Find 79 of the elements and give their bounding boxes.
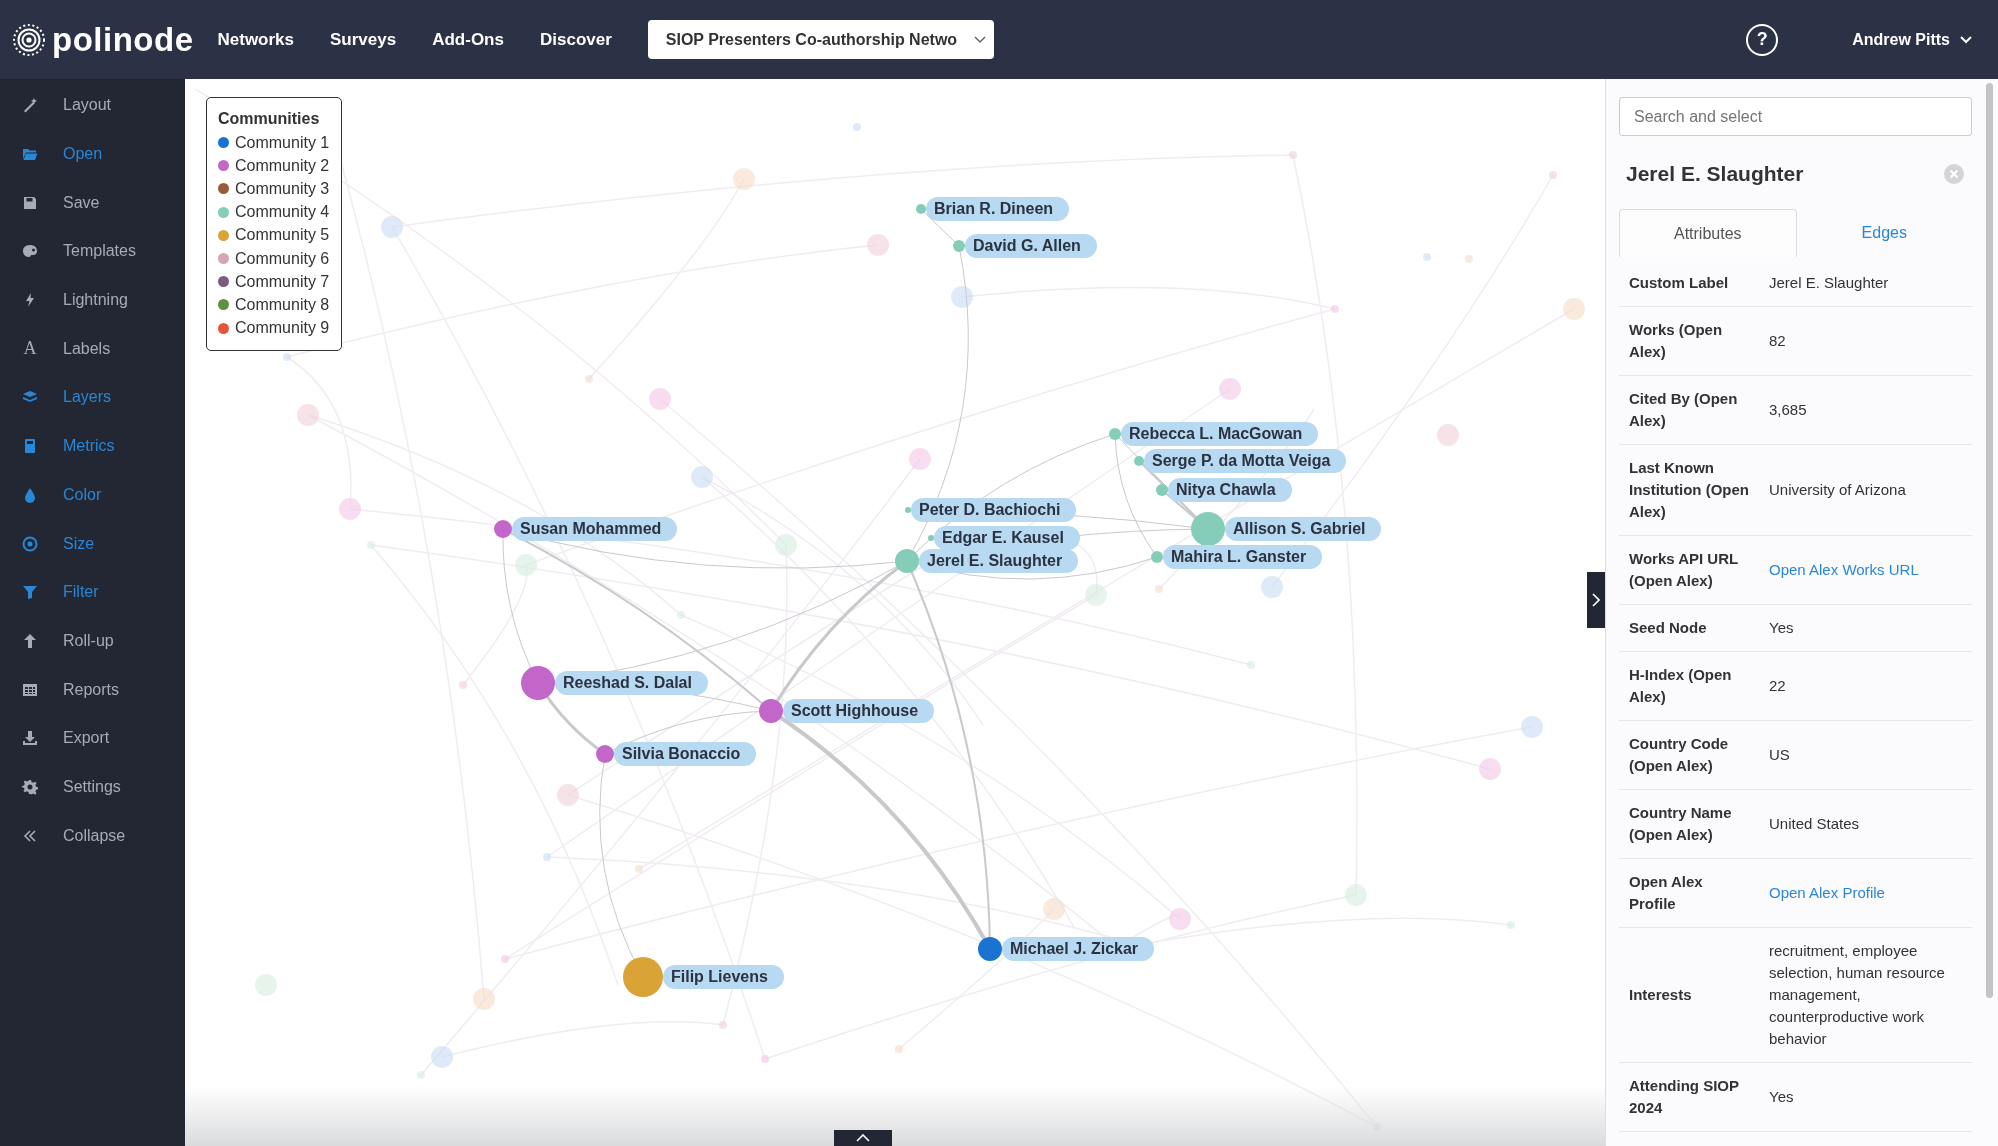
sidebar-item[interactable]: Roll-up [0,616,185,666]
sidebar-item[interactable]: Save [0,178,185,228]
sidebar-item[interactable]: Collapse [0,811,185,860]
node-label[interactable]: David G. Allen [965,234,1097,258]
legend-label: Community 7 [235,272,330,291]
legend-label: Community 1 [235,133,330,152]
search-field[interactable]: Search and select [1619,97,1972,136]
nav-link[interactable]: Add-Ons [432,29,504,50]
attribute-value: Jerel E. Slaughter [1761,260,1972,307]
attribute-value: US [1761,720,1972,790]
node-label[interactable]: Mahira L. Ganster [1163,545,1323,569]
attribute-value: 3,685 [1761,375,1972,445]
sidebar-item[interactable]: Open [0,129,185,179]
attribute-name: Open Alex Profile [1619,858,1761,928]
sidebar-item[interactable]: Export [0,713,185,763]
legend-label: Community 3 [235,179,330,198]
attribute-name: Cited By (Open Alex) [1619,375,1761,445]
attribute-value: 22 [1761,651,1972,721]
node-label[interactable]: Peter D. Bachiochi [911,498,1077,522]
attribute-link[interactable]: Open Alex Works URL [1769,561,1919,578]
sidebar-item[interactable]: Reports [0,665,185,714]
nav-link[interactable]: Surveys [330,29,397,50]
node-label[interactable]: Michael J. Zickar [1002,937,1155,961]
sidebar-item[interactable]: Layout [0,81,185,130]
legend-label: Community 8 [235,295,330,314]
help-button[interactable]: ? [1746,23,1779,56]
nav-link[interactable]: Discover [539,29,612,50]
legend-label: Community 9 [235,319,330,338]
attribute-name: Works API URL (Open Alex) [1619,535,1761,605]
attribute-link[interactable]: Open Alex Profile [1769,884,1885,901]
attribute-name: Custom Label [1619,260,1761,307]
legend-title: Communities [218,110,321,128]
node-label[interactable]: Allison S. Gabriel [1225,517,1382,541]
attribute-name: Attending SIOP 2024 [1619,1062,1761,1132]
attribute-value: University of Arizona [1761,444,1972,536]
attribute-name: Seed Node [1619,604,1761,652]
network-select[interactable]: SIOP Presenters Co-authorship Netwo [647,20,994,59]
sidebar-item[interactable]: Lightning [0,275,185,325]
sidebar-item[interactable]: Color [0,470,185,520]
attribute-value: Yes [1761,1062,1972,1132]
sidebar-item[interactable]: Size [0,519,185,568]
legend-label: Community 2 [235,156,330,175]
legend-label: Community 6 [235,249,330,268]
sidebar-item[interactable]: Metrics [0,421,185,471]
app-logo[interactable]: polinode [52,20,194,59]
node-label[interactable]: Silvia Bonaccio [614,742,757,766]
sidebar-item[interactable]: Settings [0,762,185,812]
attribute-name: Country Code (Open Alex) [1619,720,1761,790]
sidebar-item[interactable]: Templates [0,227,185,276]
node-label[interactable]: Rebecca L. MacGowan [1121,422,1319,446]
user-menu[interactable]: Andrew Pitts [1846,29,1978,50]
sidebar-item[interactable]: A Labels [0,324,185,374]
attribute-name: H-Index (Open Alex) [1619,651,1761,721]
node-label[interactable]: Reeshad S. Dalal [555,671,708,695]
attribute-value: United States [1761,789,1972,859]
attribute-name: Works (Open Alex) [1619,306,1761,376]
node-title: Jerel E. Slaughter [1626,162,1804,186]
sidebar-item[interactable]: Filter [0,567,185,617]
node-label[interactable]: Brian R. Dineen [926,197,1070,221]
node-label[interactable]: Nitya Chawla [1168,478,1292,502]
legend-label: Community 4 [235,203,330,222]
legend-label: Community 5 [235,226,330,245]
tab[interactable]: Edges [1796,209,1972,257]
nav-link[interactable]: Networks [217,29,294,50]
attribute-name: Country Name (Open Alex) [1619,789,1761,859]
attribute-name: Last Known Institution (Open Alex) [1619,444,1761,536]
attribute-value: recruitment, employee selection, human resource management, counterproductive work behavior [1761,927,1972,1063]
attribute-value: Yes [1761,604,1972,652]
node-label[interactable]: Filip Lievens [663,965,784,989]
node-label[interactable]: Susan Mohammed [512,517,678,541]
node-label[interactable]: Scott Highhouse [783,699,935,723]
node-label[interactable]: Edgar E. Kausel [934,526,1080,550]
node-label[interactable]: Jerel E. Slaughter [919,549,1079,573]
tab[interactable]: Attributes [1619,209,1797,257]
sidebar-item[interactable]: Layers [0,373,185,422]
attribute-name: Interests [1619,927,1761,1063]
attribute-value: 82 [1761,306,1972,376]
node-label[interactable]: Serge P. da Motta Veiga [1144,449,1347,473]
letter-icon: A [22,338,38,360]
